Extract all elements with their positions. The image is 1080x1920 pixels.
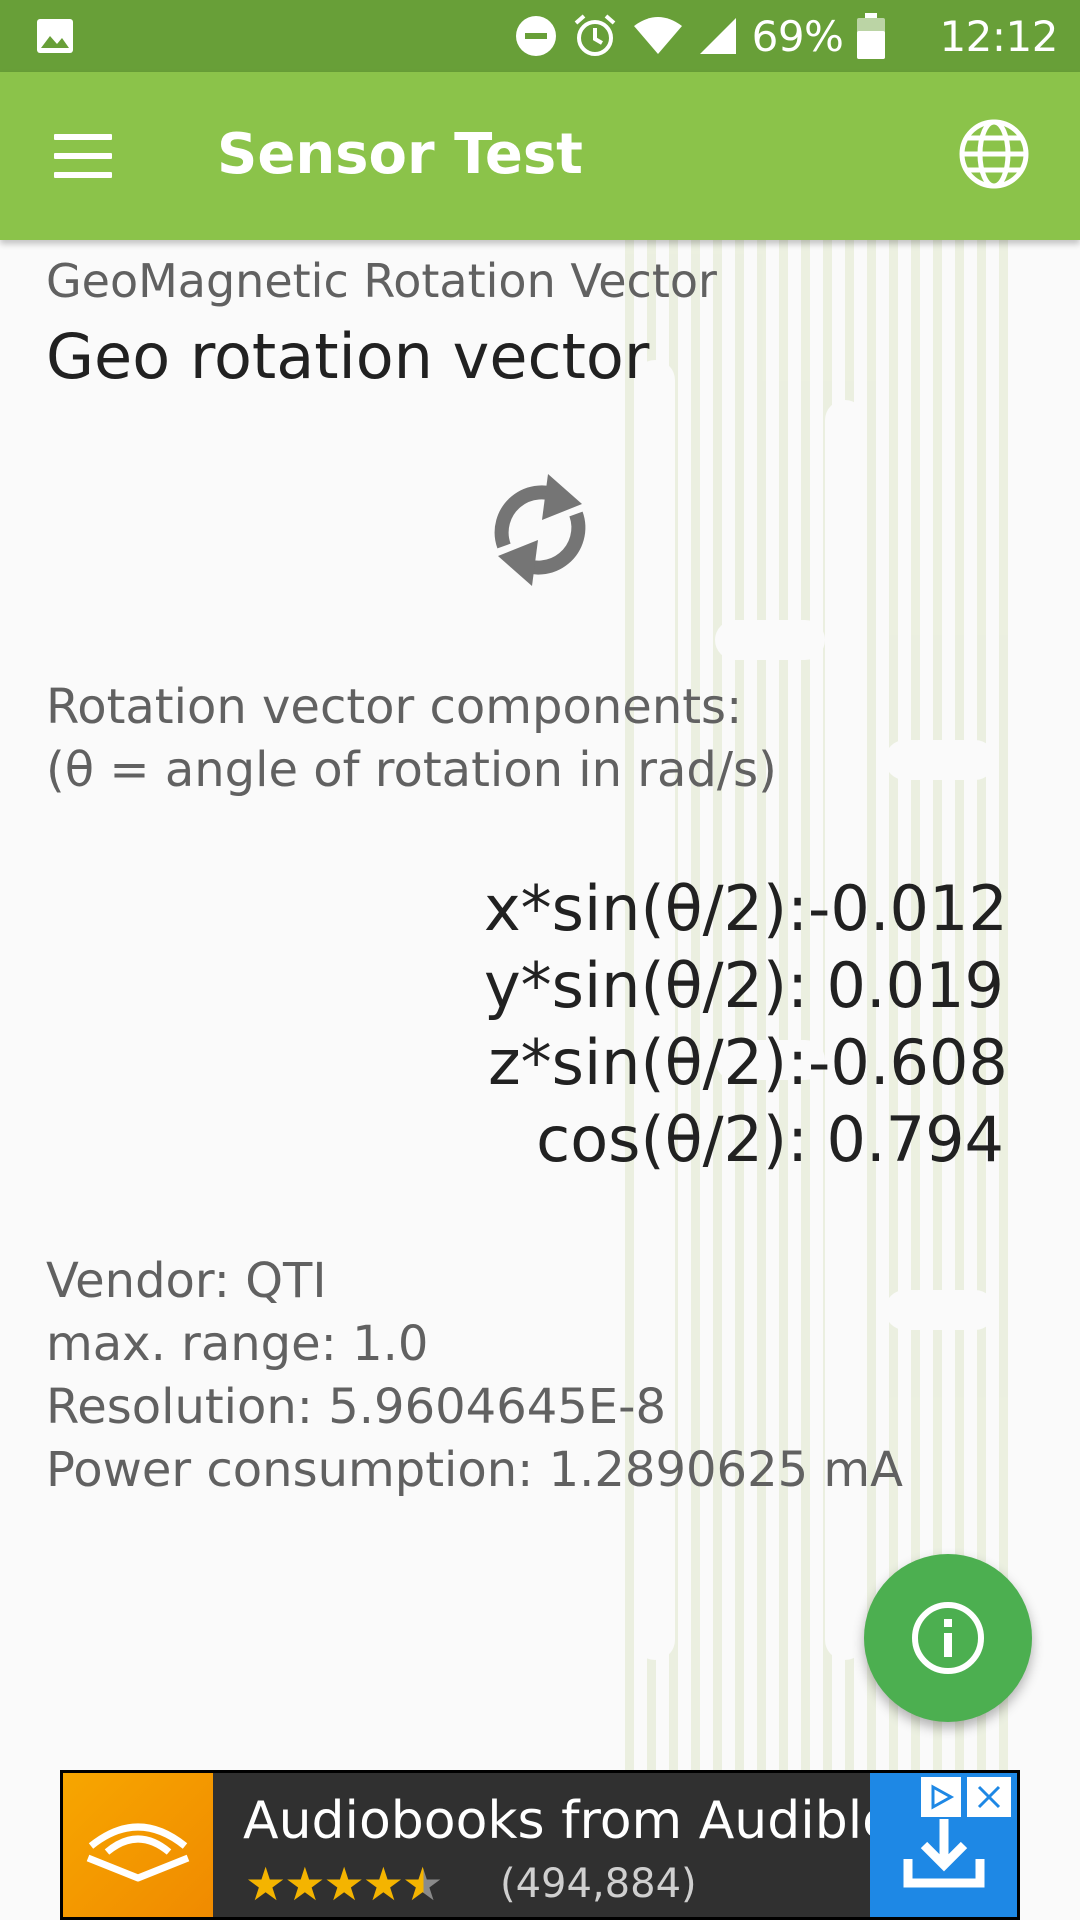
app-title: Sensor Test: [217, 122, 583, 187]
max-range-text: max. range: 1.0: [46, 1316, 429, 1372]
value-label: x*sin(θ/2):: [483, 872, 808, 945]
battery-icon: [857, 13, 886, 59]
adchoices-icon[interactable]: [921, 1777, 961, 1817]
sensor-info: Vendor: QTI max. range: 1.0 Resolution: …: [46, 1250, 903, 1502]
ad-rating-count: (494,884): [500, 1861, 697, 1907]
clock: 12:12: [939, 11, 1058, 61]
value-label: z*sin(θ/2):: [488, 1026, 808, 1099]
value-label: y*sin(θ/2):: [483, 949, 808, 1022]
components-label: Rotation vector components: (θ = angle o…: [46, 676, 777, 802]
dnd-icon: [515, 16, 556, 56]
ad-rating-stars: ★★★★★: [245, 1858, 443, 1910]
rotate-icon: [494, 474, 586, 586]
globe-icon[interactable]: [958, 118, 1030, 190]
signal-icon: [699, 18, 736, 54]
value-number: 0.019: [826, 949, 1005, 1022]
info-button[interactable]: [864, 1554, 1032, 1722]
value-number: 0.794: [826, 1103, 1005, 1176]
value-label: cos(θ/2):: [536, 1103, 808, 1176]
app-bar: Sensor Test: [0, 72, 1080, 240]
value-row-y: y*sin(θ/2): 0.019: [484, 947, 1004, 1024]
battery-percent: 69%: [751, 11, 844, 61]
alarm-icon: [574, 14, 615, 56]
ad-title[interactable]: Audiobooks from Audible: [243, 1791, 894, 1851]
vendor-text: Vendor: QTI: [46, 1253, 327, 1309]
components-label-line2: (θ = angle of rotation in rad/s): [46, 742, 777, 798]
sensor-type: GeoMagnetic Rotation Vector: [46, 254, 717, 308]
info-icon: [912, 1602, 984, 1674]
power-text: Power consumption: 1.2890625 mA: [46, 1442, 904, 1498]
wifi-icon: [633, 17, 682, 54]
close-icon[interactable]: [967, 1777, 1011, 1817]
audible-logo-icon: [63, 1773, 213, 1917]
value-row-x: x*sin(θ/2): -0.012: [483, 870, 1008, 947]
status-bar: 69% 12:12: [0, 0, 1080, 72]
resolution-text: Resolution: 5.9604645E-8: [46, 1379, 666, 1435]
ad-banner[interactable]: Audiobooks from Audible ★★★★★ (494,884): [60, 1770, 1020, 1920]
image-icon: [37, 19, 73, 53]
value-number: -0.608: [808, 1026, 1008, 1099]
sensor-name: Geo rotation vector: [46, 320, 650, 393]
value-row-z: z*sin(θ/2): -0.608: [484, 1024, 1008, 1101]
value-row-cos: cos(θ/2): 0.794: [484, 1101, 1004, 1178]
component-values: x*sin(θ/2): -0.012 y*sin(θ/2): 0.019 z*s…: [483, 870, 1008, 1178]
value-number: -0.012: [808, 872, 1008, 945]
components-label-line1: Rotation vector components:: [46, 679, 743, 735]
menu-icon[interactable]: [54, 134, 112, 178]
